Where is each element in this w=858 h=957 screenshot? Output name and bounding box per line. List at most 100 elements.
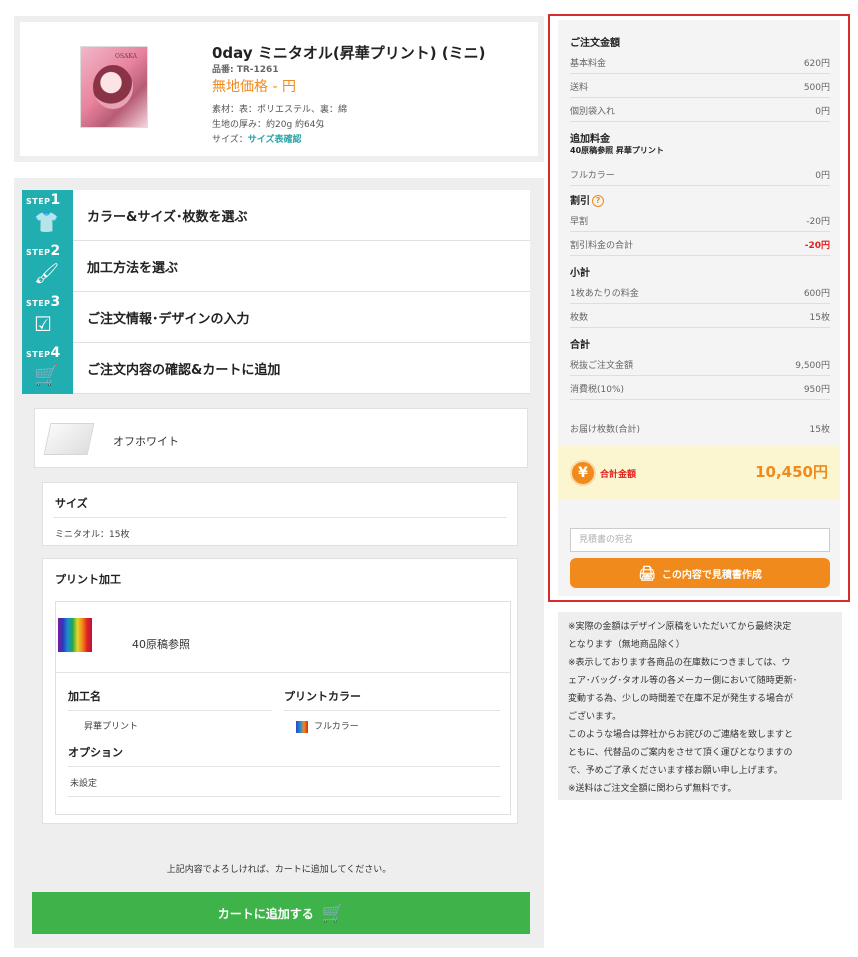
bag-value: 0円: [815, 107, 830, 117]
process-value: 昇華プリント: [84, 722, 139, 732]
quantity-value: 15枚: [809, 313, 830, 323]
divider: [68, 796, 500, 797]
shipping-label: 送料: [570, 83, 589, 93]
add-to-cart-label: カートに追加する: [217, 906, 314, 921]
color-swatch: [43, 423, 95, 455]
product-size-label: サイズ：: [212, 135, 248, 145]
quantity-label: 枚数: [570, 313, 589, 323]
cart-icon: 🛒: [34, 362, 59, 387]
option-value: 未設定: [70, 779, 98, 789]
product-thickness: 生地の厚み：約20g 約64匁: [212, 120, 325, 130]
step-4[interactable]: STEP4 🛒 ご注文内容の確認&カートに追加: [22, 342, 530, 394]
step-tag: STEP: [26, 298, 51, 308]
step-3-badge: STEP3 ☑: [22, 291, 73, 343]
early-discount-value: -20円: [806, 217, 830, 227]
note-line: ※表示しております各商品の在庫数につきましては、ウ: [568, 658, 791, 668]
pretax-row: 税抜ご注文金額 9,500円: [570, 358, 830, 376]
total-label: 合計金額: [600, 470, 637, 480]
note-line: ともに、代替品のご案内をさせて頂く運びとなりますの: [568, 748, 793, 758]
option-title: オプション: [68, 746, 123, 759]
delivery-count-value: 15枚: [809, 425, 830, 435]
help-icon[interactable]: ?: [592, 195, 604, 207]
bag-label: 個別袋入れ: [570, 107, 616, 117]
discount-total-label: 割引料金の合計: [570, 241, 634, 251]
note-line: このような場合は弊社からお詫びのご連絡を致しますと: [568, 730, 794, 740]
discount-total-value: -20円: [804, 241, 830, 251]
product-code: 品番: TR-1261: [212, 65, 279, 75]
product-price: 無地価格 - 円: [212, 79, 296, 95]
step-3-label: ご注文情報･デザインの入力: [87, 311, 250, 327]
print-detail: 40原稿参照 加工名 昇華プリント プリントカラー フルカラー オプション 未設…: [55, 601, 511, 815]
full-color-swatch: [58, 618, 92, 652]
step-3[interactable]: STEP3 ☑ ご注文情報･デザインの入力: [22, 291, 530, 343]
color-name: オフホワイト: [113, 435, 179, 448]
shipping-row: 送料 500円: [570, 80, 830, 98]
step-1[interactable]: STEP1 👕 カラー&サイズ･枚数を選ぶ: [22, 189, 530, 241]
product-size-row: サイズ：サイズ表確認: [212, 132, 301, 145]
divider: [53, 517, 507, 518]
yen-icon: ¥: [570, 460, 596, 486]
step-tag: STEP: [26, 247, 51, 257]
note-line: ェア･バッグ･タオル等の各メーカー側において随時更新･: [568, 676, 798, 686]
extra-fee-heading: 追加料金: [570, 134, 610, 145]
print-color-title: プリントカラー: [284, 690, 361, 703]
order-summary: ご注文金額 基本料金 620円 送料 500円 個別袋入れ 0円 追加料金 40原稿参…: [548, 14, 850, 602]
notes-box: ※実際の金額はデザイン原稿をいただいてから最終決定 となります（無地商品除く） …: [558, 612, 842, 800]
base-fee-label: 基本料金: [570, 59, 607, 69]
size-title: サイズ: [55, 497, 88, 510]
product-material: 素材：表：ポリエステル、裏：綿: [212, 105, 348, 115]
tax-value: 950円: [803, 385, 830, 395]
tax-label: 消費税(10%): [570, 385, 625, 395]
note-line: ※送料はご注文全額に関わらず無料です。: [568, 784, 737, 794]
cart-plus-icon: 🛒: [321, 902, 345, 923]
delivery-count-label: お届け枚数(合計): [570, 425, 641, 435]
per-item-label: 1枚あたりの料金: [570, 289, 639, 299]
tax-row: 消費税(10%) 950円: [570, 382, 830, 400]
step-2-badge: STEP2 🖌: [22, 240, 73, 292]
pretax-value: 9,500円: [795, 361, 830, 371]
color-chip-icon: [296, 720, 308, 733]
create-estimate-button[interactable]: 🖨 この内容で見積書作成: [570, 558, 830, 588]
base-fee-row: 基本料金 620円: [570, 56, 830, 74]
print-color-value: フルカラー: [296, 719, 359, 733]
subtotal-heading: 小計: [570, 268, 590, 279]
product-image[interactable]: OSAKA: [80, 46, 148, 128]
create-estimate-label: この内容で見積書作成: [661, 569, 762, 581]
divider: [68, 710, 272, 711]
estimate-addressee-input[interactable]: [570, 528, 830, 552]
confirm-message: 上記内容でよろしければ、カートに追加してください。: [166, 865, 392, 875]
size-chart-link[interactable]: サイズ表確認: [248, 135, 302, 145]
product-image-tag: OSAKA: [115, 53, 137, 60]
fullcolor-label: フルカラー: [570, 171, 615, 181]
step-2[interactable]: STEP2 🖌 加工方法を選ぶ: [22, 240, 530, 292]
step-2-label: 加工方法を選ぶ: [87, 260, 179, 276]
base-fee-value: 620円: [803, 59, 830, 69]
document-icon: 🖨: [638, 564, 656, 581]
product-title: 0day ミニタオル(昇華プリント) (ミニ): [212, 44, 486, 62]
extra-fee-subheading: 40原稿参照 昇華プリント: [570, 146, 664, 155]
tshirt-icon: 👕: [34, 209, 59, 234]
step-4-badge: STEP4 🛒: [22, 342, 73, 394]
add-to-cart-button[interactable]: カートに追加する 🛒: [32, 892, 530, 934]
bag-row: 個別袋入れ 0円: [570, 104, 830, 122]
total-amount: 10,450円: [755, 463, 828, 481]
order-summary-inner: ご注文金額 基本料金 620円 送料 500円 個別袋入れ 0円 追加料金 40原稿参…: [558, 20, 840, 596]
print-design-name: 40原稿参照: [132, 638, 190, 651]
step-number: 4: [50, 344, 61, 361]
step-tag: STEP: [26, 349, 51, 359]
step-number: 2: [50, 242, 61, 259]
discount-total-row: 割引料金の合計 -20円: [570, 238, 830, 256]
note-line: 変動する為、少しの時間差で在庫不足が発生する場合が: [568, 694, 794, 704]
divider: [284, 710, 500, 711]
divider: [56, 672, 510, 673]
size-value: ミニタオル：15枚: [55, 530, 130, 540]
product-card: OSAKA 0day ミニタオル(昇華プリント) (ミニ) 品番: TR-126…: [20, 22, 538, 156]
print-color-label: フルカラー: [314, 722, 359, 732]
product-image-art: [93, 65, 133, 109]
step-number: 3: [50, 293, 61, 310]
step-tag: STEP: [26, 196, 51, 206]
step-4-label: ご注文内容の確認&カートに追加: [87, 362, 281, 378]
step-1-badge: STEP1 👕: [22, 189, 73, 241]
product-box: OSAKA 0day ミニタオル(昇華プリント) (ミニ) 品番: TR-126…: [14, 16, 544, 162]
early-discount-row: 早割 -20円: [570, 214, 830, 232]
